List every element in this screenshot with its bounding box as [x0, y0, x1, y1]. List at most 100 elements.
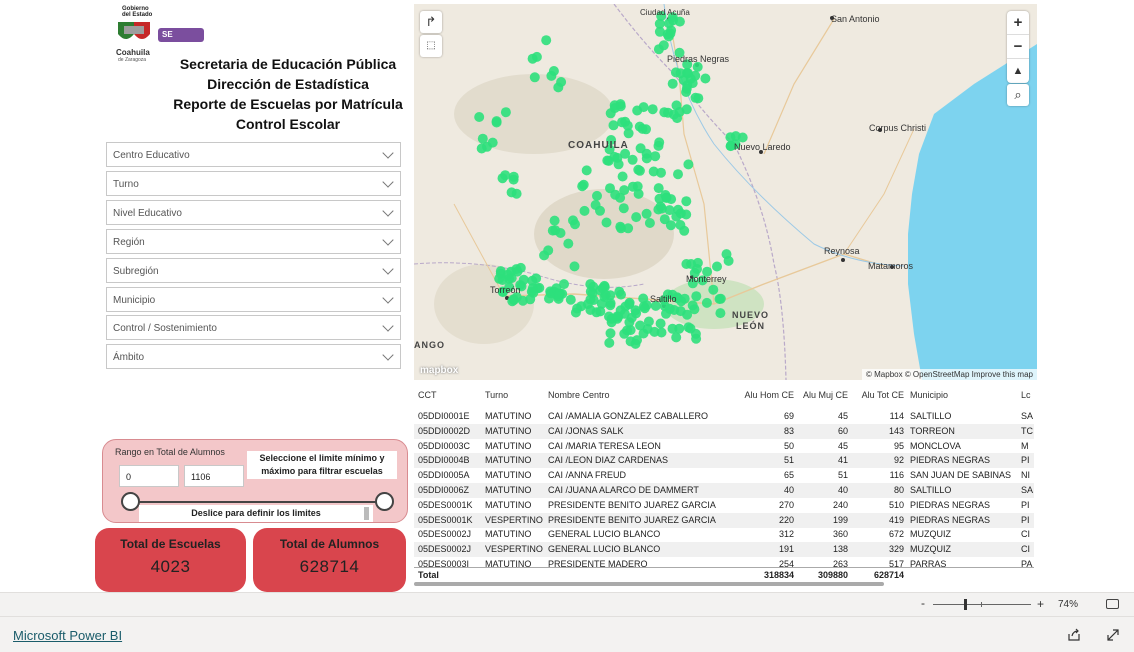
school-point[interactable]	[601, 217, 612, 228]
school-point[interactable]	[675, 68, 686, 79]
school-point[interactable]	[644, 218, 655, 228]
school-point[interactable]	[641, 153, 652, 164]
school-point[interactable]	[527, 283, 538, 294]
school-point[interactable]	[617, 171, 628, 182]
rotate-icon[interactable]: ↱	[420, 11, 442, 33]
school-point[interactable]	[627, 154, 638, 165]
school-point[interactable]	[541, 35, 552, 46]
school-point[interactable]	[603, 155, 614, 166]
school-point[interactable]	[506, 187, 517, 198]
schools-table[interactable]: CCT Turno Nombre Centro Alu Hom CE Alu M…	[414, 386, 1034, 586]
school-point[interactable]	[624, 297, 635, 308]
school-point[interactable]	[617, 117, 627, 128]
filter-nivel-educativo[interactable]: Nivel Educativo	[106, 200, 401, 225]
zoom-in-button[interactable]: +	[1007, 11, 1029, 35]
school-point[interactable]	[673, 169, 683, 180]
map-attribution[interactable]: © Mapbox © OpenStreetMap Improve this ma…	[862, 369, 1037, 380]
range-track[interactable]	[129, 501, 385, 503]
school-point[interactable]	[650, 151, 661, 162]
table-row[interactable]: 05DDI0004B MATUTINO CAI /LEON DIAZ CARDENA…	[414, 453, 1034, 469]
school-point[interactable]	[518, 274, 529, 285]
select-area-icon[interactable]: ⬚	[420, 35, 442, 57]
table-row[interactable]: 05DES0001K MATUTINO PRESIDENTE BENITO JUAR…	[414, 498, 1034, 513]
table-row[interactable]: 05DDI0002D MATUTINO CAI /JONAS SALK 83 60 143…	[414, 423, 1034, 439]
school-point[interactable]	[592, 190, 602, 201]
school-point[interactable]	[634, 165, 645, 176]
col-turno[interactable]: Turno	[485, 388, 547, 403]
school-point[interactable]	[546, 70, 557, 81]
table-row[interactable]: 05DES0001K VESPERTINO PRESIDENTE BENITO JU…	[414, 512, 1034, 528]
zoom-handle[interactable]	[964, 599, 967, 610]
school-point[interactable]	[585, 286, 596, 297]
school-point[interactable]	[712, 261, 722, 272]
school-point[interactable]	[605, 290, 616, 301]
range-max-input[interactable]: 1106	[184, 465, 244, 487]
school-point[interactable]	[613, 159, 624, 170]
school-point[interactable]	[631, 212, 642, 223]
school-point[interactable]	[569, 261, 580, 272]
school-point[interactable]	[641, 124, 651, 135]
col-alu-muj[interactable]: Alu Muj CE	[798, 388, 848, 403]
school-point[interactable]	[715, 293, 726, 304]
school-point[interactable]	[701, 297, 712, 308]
filter-control-sostenimiento[interactable]: Control / Sostenimiento	[106, 315, 401, 340]
school-point[interactable]	[658, 40, 669, 51]
school-point[interactable]	[615, 305, 626, 316]
col-nombre-centro[interactable]: Nombre Centro	[548, 388, 738, 403]
school-point[interactable]	[632, 105, 643, 116]
school-point[interactable]	[618, 203, 629, 214]
filter-region[interactable]: Región	[106, 229, 401, 254]
school-point[interactable]	[708, 284, 719, 295]
school-point[interactable]	[581, 165, 592, 176]
school-point[interactable]	[627, 181, 638, 192]
table-horizontal-scrollbar[interactable]	[414, 582, 884, 586]
col-cct[interactable]: CCT	[418, 388, 484, 403]
school-point[interactable]	[597, 283, 608, 294]
school-point[interactable]	[529, 72, 540, 83]
range-min-handle[interactable]	[121, 492, 140, 511]
school-point[interactable]	[615, 192, 626, 203]
school-point[interactable]	[700, 73, 711, 84]
school-point[interactable]	[477, 133, 488, 144]
school-point[interactable]	[565, 294, 576, 305]
school-point[interactable]	[579, 205, 590, 216]
school-point[interactable]	[635, 320, 646, 331]
range-min-input[interactable]: 0	[119, 465, 179, 487]
school-point[interactable]	[665, 28, 676, 39]
school-point[interactable]	[502, 269, 513, 280]
school-point[interactable]	[654, 137, 665, 148]
school-point[interactable]	[576, 301, 587, 312]
school-point[interactable]	[656, 203, 667, 214]
table-row[interactable]: 05DES0002J VESPERTINO GENERAL LUCIO BLANCO…	[414, 542, 1034, 558]
school-point[interactable]	[500, 107, 511, 118]
school-point[interactable]	[683, 159, 694, 170]
school-point[interactable]	[659, 107, 670, 118]
school-point[interactable]	[676, 296, 687, 307]
school-point[interactable]	[491, 117, 502, 128]
school-point[interactable]	[681, 104, 692, 115]
school-point[interactable]	[549, 215, 560, 226]
school-point[interactable]	[647, 104, 658, 115]
school-point[interactable]	[671, 332, 682, 343]
school-point[interactable]	[608, 120, 619, 131]
compass-icon[interactable]: ▲	[1007, 59, 1029, 83]
school-point[interactable]	[595, 205, 605, 216]
school-point[interactable]	[525, 294, 536, 305]
school-point[interactable]	[681, 259, 692, 269]
share-icon[interactable]	[1067, 628, 1081, 642]
fullscreen-icon[interactable]	[1106, 628, 1120, 642]
school-point[interactable]	[605, 328, 616, 339]
filter-turno[interactable]: Turno	[106, 171, 401, 196]
school-point[interactable]	[682, 80, 693, 91]
filter-municipio[interactable]: Municipio	[106, 287, 401, 312]
school-point[interactable]	[508, 171, 519, 182]
school-point[interactable]	[616, 289, 626, 300]
filter-subregion[interactable]: Subregión	[106, 258, 401, 283]
school-point[interactable]	[681, 196, 692, 207]
school-point[interactable]	[626, 312, 637, 323]
schools-map[interactable]: Ciudad Acuña San Antonio Piedras Negras …	[414, 4, 1037, 380]
school-point[interactable]	[507, 296, 518, 307]
school-point[interactable]	[527, 53, 538, 64]
school-point[interactable]	[476, 143, 487, 154]
map-search-icon[interactable]: ⌕	[1007, 84, 1029, 106]
